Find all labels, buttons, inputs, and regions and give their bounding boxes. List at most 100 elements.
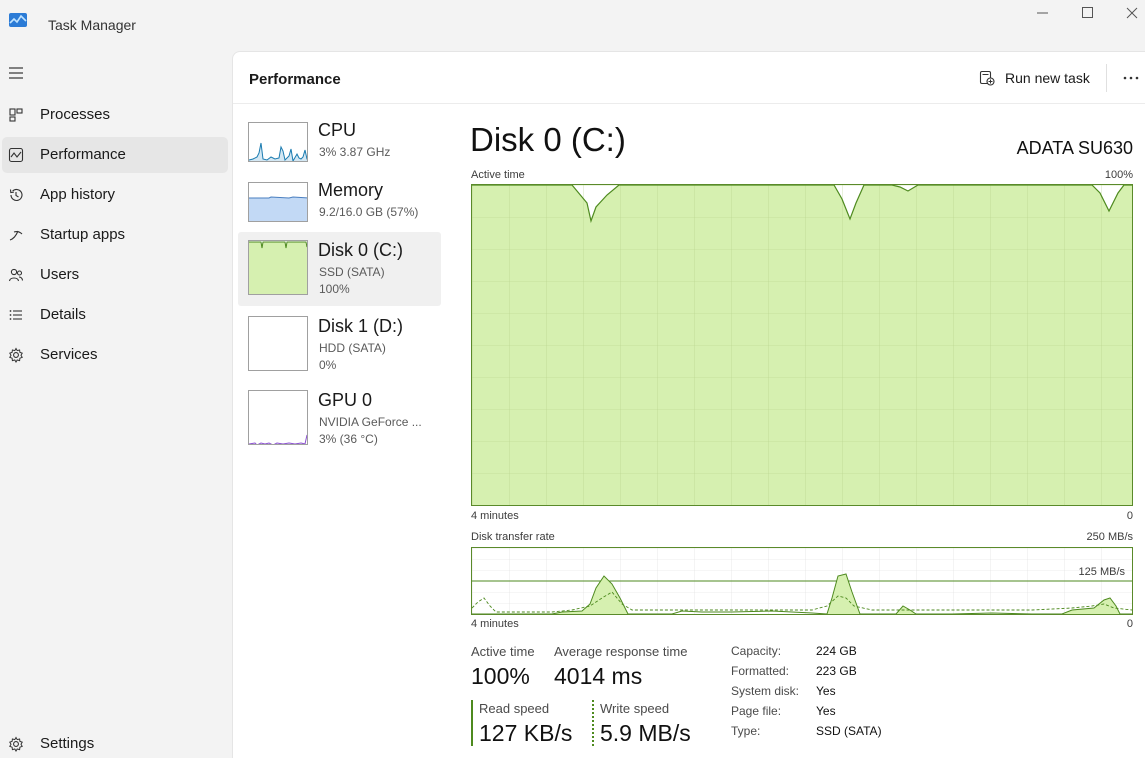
disk1-thumbnail <box>248 316 308 371</box>
active-time-chart <box>471 184 1133 506</box>
close-icon <box>1126 7 1138 19</box>
more-options-icon[interactable] <box>1121 68 1141 88</box>
sidebar-item-label: Performance <box>40 146 126 163</box>
sidebar-item-startup-apps[interactable]: Startup apps <box>2 217 228 253</box>
disk0-thumbnail <box>248 240 308 295</box>
title-bar: Task Manager <box>0 0 1145 50</box>
disk-detail-title: Disk 0 (C:) <box>470 121 626 158</box>
avg-response-stat-value: 4014 ms <box>554 663 643 689</box>
device-subtitle: 9.2/16.0 GB (57%) <box>319 205 419 219</box>
maximize-button[interactable] <box>1078 4 1098 22</box>
sidebar-item-settings[interactable]: Settings <box>2 726 228 758</box>
sidebar-item-performance[interactable]: Performance <box>2 137 228 173</box>
active-time-graph <box>472 184 1132 505</box>
write-speed-value: 5.9 MB/s <box>600 720 691 746</box>
device-name: Disk 1 (D:) <box>318 316 403 336</box>
property-label: Formatted: <box>731 664 790 678</box>
sidebar-item-label: Settings <box>40 735 95 752</box>
device-disk-0[interactable]: Disk 0 (C:) SSD (SATA) 100% <box>238 232 441 306</box>
device-gpu-0[interactable]: GPU 0 NVIDIA GeForce ... 3% (36 °C) <box>238 384 441 454</box>
transfer-rate-chart-mid: 125 MB/s <box>1078 566 1125 578</box>
device-cpu[interactable]: CPU 3% 3.87 GHz <box>238 116 441 170</box>
read-speed-label: Read speed <box>479 701 550 716</box>
avg-response-stat-label: Average response time <box>554 644 688 659</box>
page-title: Performance <box>249 71 341 88</box>
property-value: Yes <box>816 704 836 718</box>
device-usage: 3% (36 °C) <box>319 432 378 446</box>
active-time-chart-time-right: 0 <box>1126 510 1133 522</box>
header-divider <box>1106 64 1107 92</box>
minimize-button[interactable] <box>1033 4 1053 22</box>
device-usage: 0% <box>319 358 337 372</box>
performance-icon <box>8 147 24 163</box>
device-name: CPU <box>318 120 357 140</box>
details-icon <box>9 310 22 320</box>
active-time-stat-label: Active time <box>471 644 535 659</box>
settings-gear-icon <box>9 736 23 752</box>
sidebar-item-processes[interactable]: Processes <box>2 97 228 133</box>
transfer-rate-chart <box>471 547 1133 615</box>
cpu-sparkline <box>249 142 307 161</box>
sidebar-item-label: App history <box>40 186 116 203</box>
active-time-chart-max: 100% <box>1104 169 1133 181</box>
run-task-icon <box>979 70 995 86</box>
main-panel: Performance Run new task CPU 3% 3.87 GHz <box>232 51 1145 758</box>
minimize-icon <box>1037 12 1048 14</box>
maximize-icon <box>1082 7 1093 18</box>
read-speed-value: 127 KB/s <box>479 720 573 746</box>
memory-sparkline <box>249 196 307 221</box>
property-value: SSD (SATA) <box>816 724 882 738</box>
active-time-chart-label: Active time <box>471 169 525 181</box>
active-time-stat-value: 100% <box>471 663 530 689</box>
gpu-sparkline <box>249 434 307 444</box>
hamburger-menu-icon[interactable] <box>8 66 24 80</box>
memory-thumbnail <box>248 182 308 222</box>
sidebar-item-label: Startup apps <box>40 226 126 243</box>
sidebar-item-details[interactable]: Details <box>2 297 228 333</box>
property-label: System disk: <box>731 684 800 698</box>
transfer-rate-chart-time-left: 4 minutes <box>471 618 519 630</box>
device-memory[interactable]: Memory 9.2/16.0 GB (57%) <box>238 176 441 230</box>
sidebar-item-label: Processes <box>40 106 111 123</box>
transfer-rate-chart-time-right: 0 <box>1126 618 1133 630</box>
device-name: Disk 0 (C:) <box>318 240 403 260</box>
property-value: Yes <box>816 684 836 698</box>
device-subtitle: SSD (SATA) <box>319 265 385 279</box>
device-subtitle: NVIDIA GeForce ... <box>319 415 422 429</box>
history-icon <box>9 188 23 201</box>
disk-model-name: ADATA SU630 <box>1016 138 1133 158</box>
close-button[interactable] <box>1122 4 1142 22</box>
transfer-rate-graph <box>471 548 1133 615</box>
active-time-chart-time-left: 4 minutes <box>471 510 519 522</box>
property-label: Page file: <box>731 704 782 718</box>
startup-icon <box>9 230 23 241</box>
sidebar-item-app-history[interactable]: App history <box>2 177 228 213</box>
sidebar-item-label: Users <box>40 266 80 283</box>
device-usage: 100% <box>319 282 350 296</box>
property-value: 224 GB <box>816 644 857 658</box>
run-new-task-label: Run new task <box>1005 70 1090 86</box>
write-speed-legend-line <box>592 700 594 746</box>
property-label: Type: <box>731 724 761 738</box>
sidebar-item-users[interactable]: Users <box>2 257 228 293</box>
window-title: Task Manager <box>48 17 136 33</box>
main-header: Performance Run new task <box>233 52 1145 104</box>
sidebar-item-services[interactable]: Services <box>2 337 228 373</box>
processes-icon <box>9 108 23 122</box>
sidebar-item-label: Services <box>40 346 98 363</box>
cpu-thumbnail <box>248 122 308 162</box>
property-label: Capacity: <box>731 644 782 658</box>
users-icon <box>8 268 24 282</box>
disk0-sparkline <box>249 241 307 294</box>
read-speed-legend-line <box>471 700 473 746</box>
sidebar: Processes Performance App history Startu… <box>0 50 232 758</box>
property-value: 223 GB <box>816 664 857 678</box>
device-disk-1[interactable]: Disk 1 (D:) HDD (SATA) 0% <box>238 310 441 380</box>
gpu-thumbnail <box>248 390 308 445</box>
services-icon <box>9 347 23 363</box>
task-manager-app-icon <box>9 13 27 27</box>
transfer-rate-chart-max: 250 MB/s <box>1086 531 1133 543</box>
transfer-rate-chart-label: Disk transfer rate <box>471 531 555 543</box>
device-subtitle: 3% 3.87 GHz <box>319 145 391 159</box>
device-name: Memory <box>318 180 384 200</box>
